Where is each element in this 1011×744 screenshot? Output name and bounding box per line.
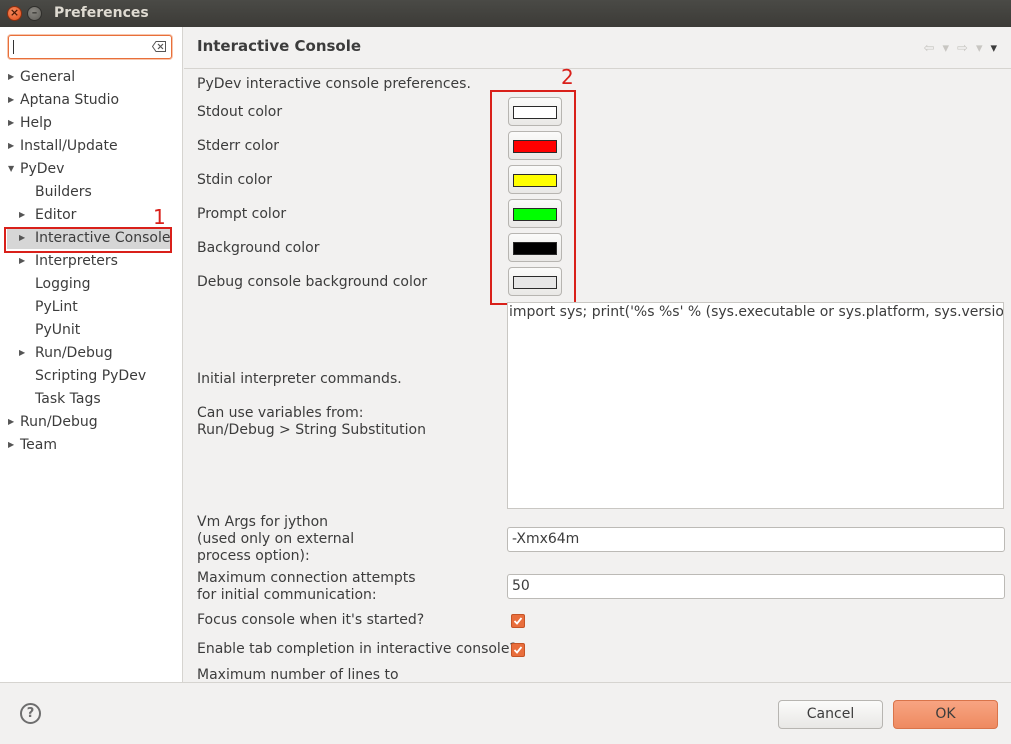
background-color-label: Background color [197,240,320,256]
tab-completion-checkbox[interactable] [511,643,525,657]
vm-args-label-line2: (used only on external [197,531,355,547]
tree-item-task-tags[interactable]: Task Tags [35,388,101,410]
tree-item-pydev[interactable]: ▼ PyDev [8,158,64,180]
vm-args-label-line1: Vm Args for jython [197,514,329,530]
expand-arrow-icon[interactable]: ▶ [8,135,20,157]
clear-icon[interactable] [152,41,166,52]
tree-item-install-update[interactable]: ▶ Install/Update [8,135,118,157]
max-connection-input[interactable]: 50 [507,574,1005,599]
page-title: Interactive Console [197,37,362,55]
expand-arrow-icon[interactable]: ▶ [8,66,20,88]
expand-arrow-icon[interactable]: ▶ [8,112,20,134]
annotation-number-1: 1 [153,205,166,229]
cancel-button[interactable]: Cancel [778,700,883,729]
text-caret [13,40,14,54]
checkmark-icon [513,617,523,625]
filter-input[interactable] [8,35,172,59]
expand-arrow-icon[interactable]: ▶ [19,250,31,272]
forward-dropdown-icon[interactable]: ▾ [976,41,991,56]
tree-item-team[interactable]: ▶ Team [8,434,57,456]
close-icon: × [9,6,20,19]
tree-item-run-debug[interactable]: ▶ Run/Debug [8,411,98,433]
vm-args-label-line3: process option): [197,548,310,564]
expand-arrow-icon[interactable]: ▶ [19,342,31,364]
annotation-box-2 [490,90,576,305]
expand-arrow-icon[interactable]: ▶ [19,204,31,226]
expand-arrow-icon[interactable]: ▶ [8,434,20,456]
initial-commands-textarea[interactable]: import sys; print('%s %s' % (sys.executa… [507,302,1004,509]
help-icon[interactable]: ? [20,703,41,724]
tree-item-pyunit[interactable]: PyUnit [35,319,80,341]
variables-label-line1: Can use variables from: [197,405,364,421]
stdout-color-label: Stdout color [197,104,283,120]
tree-item-pydev-run-debug[interactable]: ▶ Run/Debug [19,342,113,364]
close-window-button[interactable]: × [7,6,22,21]
minimize-icon: – [31,6,38,19]
tree-item-general[interactable]: ▶ General [8,66,75,88]
tree-item-aptana-studio[interactable]: ▶ Aptana Studio [8,89,119,111]
tree-item-logging[interactable]: Logging [35,273,91,295]
title-bar: × – Preferences [0,0,1011,27]
initial-commands-label: Initial interpreter commands. [197,371,402,387]
checkmark-icon [513,646,523,654]
tree-item-interpreters[interactable]: ▶ Interpreters [19,250,118,272]
forward-arrow-icon[interactable]: ⇨ [957,41,976,56]
debug-background-color-label: Debug console background color [197,274,428,290]
tree-item-builders[interactable]: Builders [35,181,92,203]
annotation-box-1 [4,227,172,253]
tree-item-help[interactable]: ▶ Help [8,112,52,134]
tab-completion-label: Enable tab completion in interactive con… [197,641,517,657]
max-connection-label-line1: Maximum connection attempts [197,570,416,586]
focus-console-checkbox[interactable] [511,614,525,628]
tree-item-scripting-pydev[interactable]: Scripting PyDev [35,365,146,387]
collapse-arrow-icon[interactable]: ▼ [8,158,20,180]
tree-item-pylint[interactable]: PyLint [35,296,78,318]
minimize-window-button[interactable]: – [27,6,42,21]
back-dropdown-icon[interactable]: ▾ [943,41,958,56]
stderr-color-label: Stderr color [197,138,280,154]
history-nav: ⇦▾⇨▾▾ [924,41,997,56]
prompt-color-label: Prompt color [197,206,287,222]
focus-console-label: Focus console when it's started? [197,612,425,628]
dialog-footer: ? Cancel OK [0,682,1011,744]
ok-button[interactable]: OK [893,700,998,729]
expand-arrow-icon[interactable]: ▶ [8,411,20,433]
view-menu-icon[interactable]: ▾ [990,41,997,56]
vm-args-input[interactable]: -Xmx64m [507,527,1005,552]
tree-item-editor[interactable]: ▶ Editor [19,204,76,226]
annotation-number-2: 2 [561,65,574,89]
preferences-tree: ▶ General ▶ Aptana Studio ▶ Help ▶ Install/U… [0,27,183,682]
page-header: Interactive Console ⇦▾⇨▾▾ [184,27,1011,69]
expand-arrow-icon[interactable]: ▶ [8,89,20,111]
back-arrow-icon[interactable]: ⇦ [924,41,943,56]
window-title: Preferences [54,5,149,21]
max-lines-label: Maximum number of lines to [197,667,399,683]
max-connection-label-line2: for initial communication: [197,587,377,603]
preference-page: Interactive Console ⇦▾⇨▾▾ PyDev interact… [184,27,1011,683]
page-description: PyDev interactive console preferences. [197,76,471,92]
variables-label-line2: Run/Debug > String Substitution [197,422,426,438]
stdin-color-label: Stdin color [197,172,272,188]
